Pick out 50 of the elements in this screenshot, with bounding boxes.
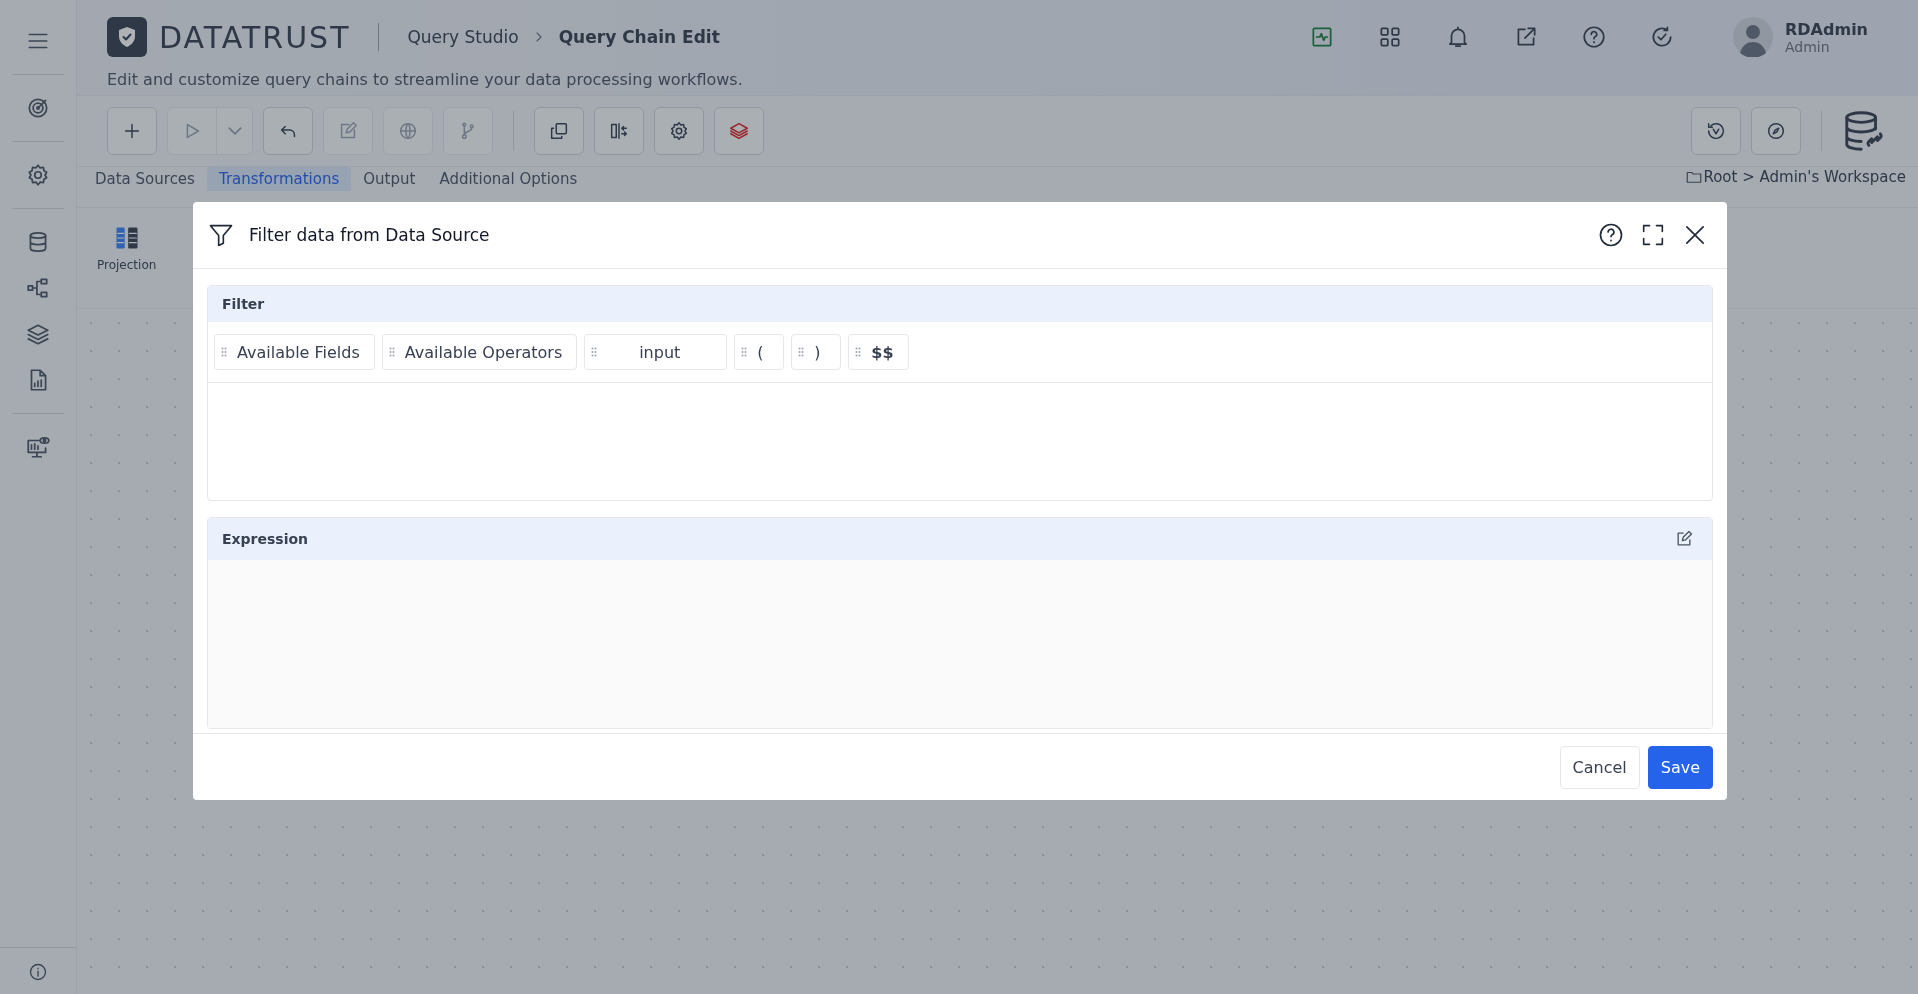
token-chip[interactable]: input: [584, 334, 728, 370]
drag-handle-icon: [798, 347, 805, 357]
toolbar-button[interactable]: [714, 107, 764, 155]
tab[interactable]: Output: [351, 167, 428, 191]
toolbar-button[interactable]: [534, 107, 584, 155]
monitor-eye-icon[interactable]: [25, 434, 51, 460]
token-chip[interactable]: (: [734, 334, 785, 370]
avatar-icon[interactable]: [1733, 17, 1773, 57]
token-chip[interactable]: Available Fields: [214, 334, 375, 370]
token-chip[interactable]: Available Operators: [381, 334, 578, 370]
nodes-icon[interactable]: [25, 275, 51, 301]
token-chip[interactable]: ): [791, 334, 842, 370]
copy-icon: [548, 120, 570, 142]
grid-icon[interactable]: [1377, 24, 1403, 50]
tab[interactable]: Data Sources: [83, 167, 207, 191]
drag-handle-icon: [591, 347, 598, 357]
dialog-button[interactable]: Cancel: [1559, 745, 1640, 789]
section-title: Filter: [222, 296, 265, 312]
breadcrumb-item: Query Chain Edit: [558, 27, 720, 47]
page-subtitle: Edit and customize query chains to streamline your data processing workflows.: [107, 70, 744, 89]
toolbar-button[interactable]: [594, 107, 644, 155]
toolbar-button[interactable]: [654, 107, 704, 155]
user-role: Admin: [1785, 38, 1831, 55]
history-icon: [1705, 120, 1727, 142]
drag-handle-icon: [741, 347, 748, 357]
token-chip[interactable]: $$: [848, 334, 909, 370]
toolbar-button[interactable]: [107, 107, 157, 155]
shield-logo-icon: [107, 17, 147, 57]
logo-text: DATATRUST: [159, 19, 351, 55]
user-name: RDAdmin: [1785, 19, 1868, 39]
caret-icon: [227, 127, 242, 135]
breadcrumb-item[interactable]: Query Studio: [407, 27, 519, 47]
dialog-button[interactable]: Save: [1647, 745, 1713, 789]
workspace-path: Root > Admin's Workspace: [1703, 168, 1906, 186]
compare-icon: [608, 120, 630, 142]
drag-handle-icon: [855, 347, 862, 357]
globe-icon: [397, 120, 419, 142]
layers-icon: [728, 120, 750, 142]
toolbar-button[interactable]: [1691, 107, 1741, 155]
gear-icon: [668, 120, 690, 142]
compass-icon: [1765, 120, 1787, 142]
section-title: Expression: [222, 531, 309, 547]
drag-handle-icon: [388, 347, 395, 357]
toolbar-button[interactable]: [1751, 107, 1801, 155]
drag-handle-icon: [221, 347, 227, 357]
tab[interactable]: Additional Options: [427, 167, 590, 191]
activity-icon[interactable]: [1309, 24, 1335, 50]
palette-item[interactable]: Projection: [97, 216, 157, 300]
help-icon[interactable]: [1597, 221, 1625, 249]
info-icon[interactable]: [28, 962, 48, 982]
